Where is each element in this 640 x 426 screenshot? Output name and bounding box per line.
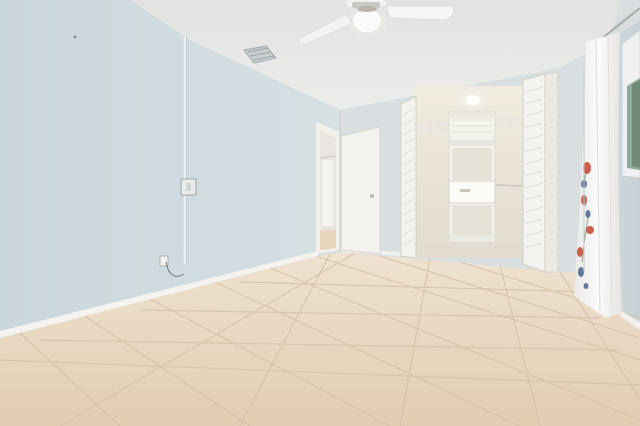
closet-bifold-door-right — [522, 71, 559, 273]
hallway-floor — [320, 230, 336, 250]
window — [621, 29, 640, 179]
room-illustration — [0, 0, 640, 426]
hallway-far-door — [322, 160, 333, 226]
room-photo — [0, 0, 640, 426]
closet-rod — [495, 184, 523, 187]
door-knob — [370, 194, 374, 198]
closet-drawer — [448, 180, 496, 204]
closet-bifold-door-left — [400, 95, 417, 259]
closet-tower — [448, 111, 496, 243]
interior-door — [340, 126, 381, 255]
wall-nail — [73, 35, 77, 39]
light-bulb-icon — [351, 8, 383, 34]
